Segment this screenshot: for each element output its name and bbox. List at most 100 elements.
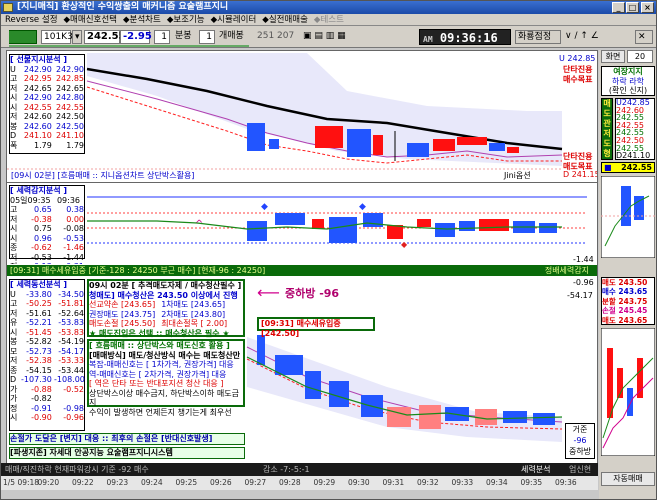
- row-a: 242.95: [23, 74, 52, 83]
- row-b: -108.00: [54, 375, 85, 384]
- green-status-button[interactable]: [5, 30, 37, 44]
- menu-reverse[interactable]: Reverse 설정: [5, 14, 58, 25]
- row-a: -0.91: [31, 403, 52, 413]
- row: 시 -0.90 -0.96: [10, 413, 84, 423]
- menu-chart[interactable]: ◆분석차트: [123, 14, 161, 25]
- close-button[interactable]: ×: [641, 2, 654, 13]
- row-a: 242.90: [23, 93, 52, 102]
- row-k: 종: [10, 365, 18, 375]
- row-b: -53.33: [58, 356, 84, 365]
- side-trade-line: 매도 243.65: [602, 315, 648, 325]
- row-k: 저: [10, 262, 20, 264]
- toolbar-icons[interactable]: ▣ ▤ ▥ ▦: [301, 30, 381, 44]
- row-k: 시: [10, 327, 18, 337]
- box5-line4: 역-매매신호는 [ 2차가격, 권장가격] 대응: [89, 369, 227, 379]
- side-vlabel: 매: [603, 99, 611, 108]
- box4-line4a: 매도손절 [245.50]: [89, 319, 156, 328]
- signal-status-bar: [09:31] 매수세유입중 [기준-128 : 24250 부근 매수] [현…: [7, 265, 597, 276]
- row: 시 242.55 242.55: [10, 103, 84, 113]
- minimize-button[interactable]: _: [612, 2, 625, 13]
- upper-price-label: U 242.85: [559, 54, 596, 63]
- row-a: -0.13: [23, 262, 52, 264]
- box4-line3b: 2차매도 [243.80]: [161, 309, 226, 319]
- screen-setting-button[interactable]: 화룡점정: [515, 30, 561, 44]
- row-a: 242.90: [23, 64, 52, 74]
- side-head-3: (확인 신지): [608, 86, 648, 95]
- menu-signal[interactable]: ◆매매신호선택: [64, 14, 117, 25]
- screen-number[interactable]: 20: [627, 50, 653, 63]
- side-mini-chart: [601, 176, 655, 258]
- row: 고 -50.25 -51.81: [10, 299, 84, 309]
- row-a: 0.96: [34, 233, 52, 243]
- time-tick: 09:28: [279, 478, 301, 487]
- row: 저 242.60 242.50: [10, 112, 84, 122]
- price-chart: [7, 51, 597, 181]
- menu-assist[interactable]: ◆보조기능: [167, 14, 205, 25]
- status-right-2: 업신현: [569, 465, 592, 474]
- side-value: D241.10: [616, 151, 651, 161]
- row-b: -53.83: [58, 327, 84, 337]
- chart-area: [ 선물지시분석 ] U 242.90 242.90 고 242.95 242.85 저 24…: [6, 50, 598, 464]
- row-k: 모: [10, 346, 18, 356]
- box1-title: [ 선물지시분석 ]: [10, 55, 68, 64]
- box4-title: 09시 02분 [ 추격매도자제 / 매수청산필수 ]: [89, 281, 242, 290]
- row-b: -0.31: [55, 262, 84, 264]
- side-vlabels: 매도관저도형: [601, 98, 613, 160]
- code-dropdown-icon[interactable]: ▾: [72, 30, 82, 44]
- row-b: -0.98: [63, 403, 84, 413]
- side-head-box: 여장지지 하락 라학 (확인 신지): [601, 66, 655, 96]
- progress-strip: [9, 45, 249, 47]
- row-a: 242.60: [23, 121, 52, 131]
- price-field: 242.55: [84, 30, 126, 44]
- flow-v2: -54.17: [567, 291, 593, 300]
- count-unit: 개매봉: [217, 30, 251, 44]
- main-window: [지니매직] 환상적인 수익쌍출의 매커니즘 요술램프지니 _ □ × Reve…: [0, 0, 657, 500]
- row-k: 정: [10, 403, 18, 413]
- close-screen-icon[interactable]: ✕: [635, 30, 653, 44]
- box5-line1: [ 흐름매매 :: 상단박스와 매도신호 활용 ]: [89, 341, 230, 350]
- clock-time: 09:36:16: [439, 31, 498, 45]
- row: 폭 1.79 1.79: [10, 141, 84, 151]
- flow-v1: -0.96: [573, 278, 594, 287]
- status-right-1: 세력분석: [521, 465, 551, 474]
- count-input[interactable]: 1: [199, 30, 215, 44]
- row-b: 242.90: [56, 64, 84, 74]
- row: 모 -52.73 -54.17: [10, 347, 84, 357]
- side-trade-line: 매도 243.50: [602, 278, 648, 287]
- row-b: [55, 394, 84, 404]
- row-b: 242.50: [56, 121, 84, 131]
- auto-trade-button[interactable]: 자동매매: [601, 472, 655, 486]
- side-vlabel: 저: [603, 129, 611, 138]
- change-field: -2.95: [120, 30, 152, 44]
- flow-pane: [ 세력동선분석 ] U -33.80 -34.50 고 -50.25 -51.81 저 -5…: [7, 277, 597, 464]
- row: 종 -54.15 -53.44: [10, 366, 84, 376]
- row-b: 242.85: [56, 74, 84, 83]
- pane1-note: [09시 02분] [흐름매매 :: 지니옵션차트 상단박스활용]: [11, 171, 195, 180]
- menu-simulator[interactable]: ◆시뮬레이터: [211, 14, 257, 25]
- menu-trading[interactable]: ◆실전매매술: [262, 14, 308, 25]
- code-field[interactable]: 101K3: [41, 30, 73, 44]
- row-a: -52.38: [26, 356, 52, 365]
- row-b: -1.44: [63, 252, 84, 262]
- row-a: -50.25: [26, 299, 52, 308]
- maximize-button[interactable]: □: [626, 2, 639, 13]
- row-b: -51.81: [58, 299, 84, 308]
- row-a: -107.30: [21, 375, 52, 384]
- menu-test[interactable]: ◆테스트: [314, 14, 344, 25]
- price-pane: [ 선물지시분석 ] U 242.90 242.90 고 242.95 242.85 저 24…: [7, 51, 597, 181]
- row-a: -0.53: [31, 252, 52, 262]
- box5-line7: 수익이 발생하면 언제든지 챙기는게 최우선: [89, 407, 232, 417]
- side-vlabel: 형: [603, 149, 611, 158]
- row-k: 종: [10, 243, 18, 252]
- row-b: -34.50: [58, 289, 84, 299]
- row: 가 -0.88 -0.52: [10, 385, 84, 395]
- drawing-tools[interactable]: ∨ / ↑ ∠: [563, 30, 633, 44]
- flow-side-box: 거준 -96 중하방: [565, 423, 595, 459]
- bottom-bar-2: [파생지존] 자세대 안공지능 요술램프지니시스템: [9, 447, 245, 459]
- interval-input[interactable]: 1: [154, 30, 170, 44]
- row: 저-0.13-0.31: [10, 262, 84, 264]
- row: 저 -0.38 0.00: [10, 215, 84, 225]
- box4-line5: ★ 매도진입은 선택 :: 매수청산은 필수 ★: [89, 328, 230, 338]
- menu-bar: Reverse 설정 ◆매매신호선택 ◆분석차트 ◆보조기능 ◆시뮬레이터 ◆실…: [1, 14, 656, 26]
- side-trade-line: 분할 243.75: [602, 296, 648, 306]
